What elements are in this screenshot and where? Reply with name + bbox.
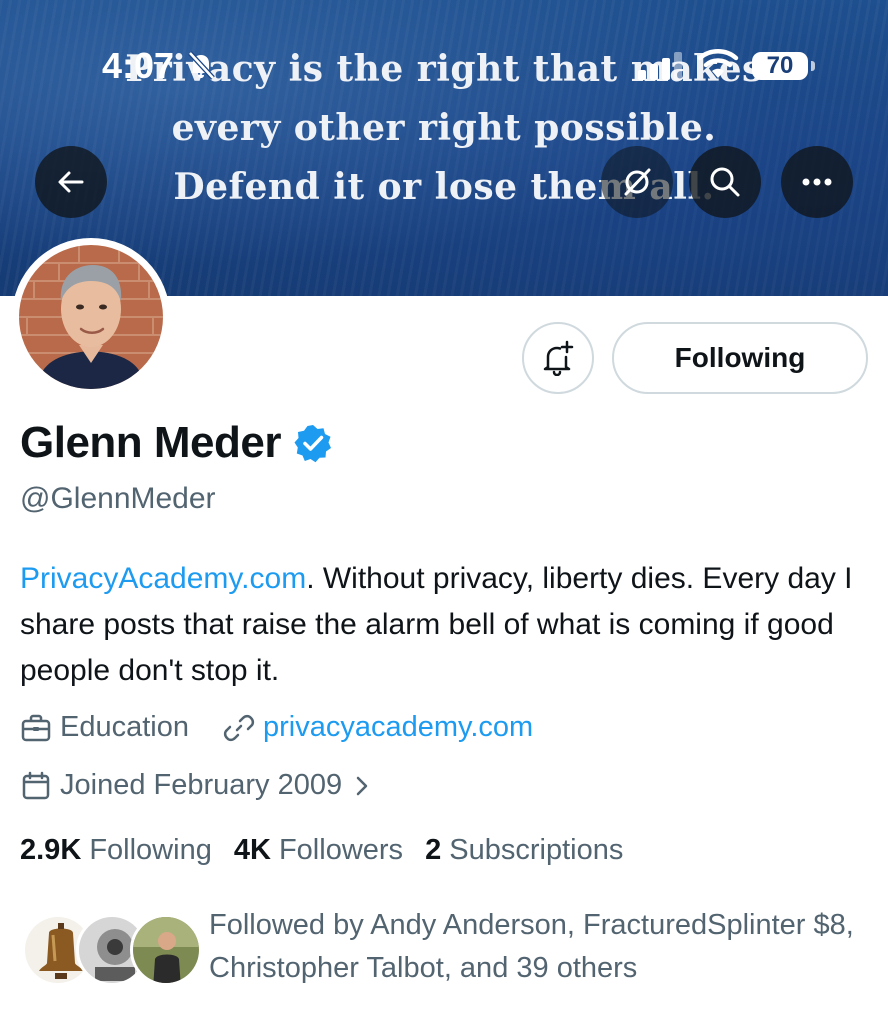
joined-date: Joined February 2009 — [60, 769, 343, 801]
verified-badge-icon[interactable] — [293, 423, 333, 463]
website-item[interactable]: privacyacademy.com — [223, 711, 533, 744]
briefcase-icon — [21, 714, 51, 741]
hide-banner-button[interactable] — [601, 146, 673, 218]
followers-stat[interactable]: 4K Followers — [234, 834, 403, 867]
wifi-icon — [697, 49, 739, 78]
follower-avatar — [130, 914, 202, 986]
chevron-right-icon — [356, 776, 368, 795]
subscriptions-label: Subscriptions — [449, 834, 624, 866]
battery-indicator: 70 — [752, 52, 808, 80]
follow-stats: 2.9K Following 4K Followers 2 Subscripti… — [20, 834, 645, 867]
followers-label: Followers — [278, 834, 404, 866]
subscriptions-stat[interactable]: 2 Subscriptions — [425, 834, 623, 867]
profile-meta-row: Education privacyacademy.com — [20, 711, 533, 744]
battery-nub — [811, 61, 815, 71]
followers-count: 4K — [233, 834, 271, 866]
status-time: 4:07 — [102, 45, 175, 86]
category-item: Education — [20, 711, 189, 744]
notifications-button[interactable] — [522, 322, 594, 394]
back-button[interactable] — [35, 146, 107, 218]
more-options-button[interactable] — [781, 146, 853, 218]
bell-plus-icon — [543, 340, 574, 376]
profile-bio: PrivacyAcademy.com. Without privacy, lib… — [20, 556, 870, 694]
following-count: 2.9K — [20, 834, 82, 866]
calendar-icon — [22, 771, 50, 799]
search-icon — [710, 167, 740, 197]
profile-avatar[interactable] — [12, 238, 170, 396]
following-label: Following — [89, 834, 212, 866]
more-horizontal-icon — [802, 178, 832, 186]
name-row: Glenn Meder — [20, 418, 333, 468]
bio-link[interactable]: PrivacyAcademy.com — [20, 562, 306, 595]
cellular-signal-icon — [638, 52, 682, 80]
link-icon — [223, 714, 255, 741]
category-label: Education — [60, 711, 189, 743]
following-button[interactable]: Following — [612, 322, 868, 394]
arrow-left-icon — [58, 171, 84, 193]
website-link[interactable]: privacyacademy.com — [263, 711, 533, 744]
avatar-photo — [19, 245, 163, 389]
bell-slash-icon — [188, 51, 215, 80]
banner-quote-line: every other right possible. — [171, 107, 717, 149]
display-name: Glenn Meder — [20, 418, 282, 467]
joined-row[interactable]: Joined February 2009 — [20, 769, 374, 802]
subscriptions-count: 2 — [425, 834, 442, 866]
search-button[interactable] — [689, 146, 761, 218]
following-stat[interactable]: 2.9K Following — [20, 834, 212, 867]
followed-by-text[interactable]: Followed by Andy Anderson, FracturedSpli… — [209, 904, 869, 990]
user-handle: @GlennMeder — [20, 482, 216, 515]
eye-slash-icon — [624, 168, 651, 196]
